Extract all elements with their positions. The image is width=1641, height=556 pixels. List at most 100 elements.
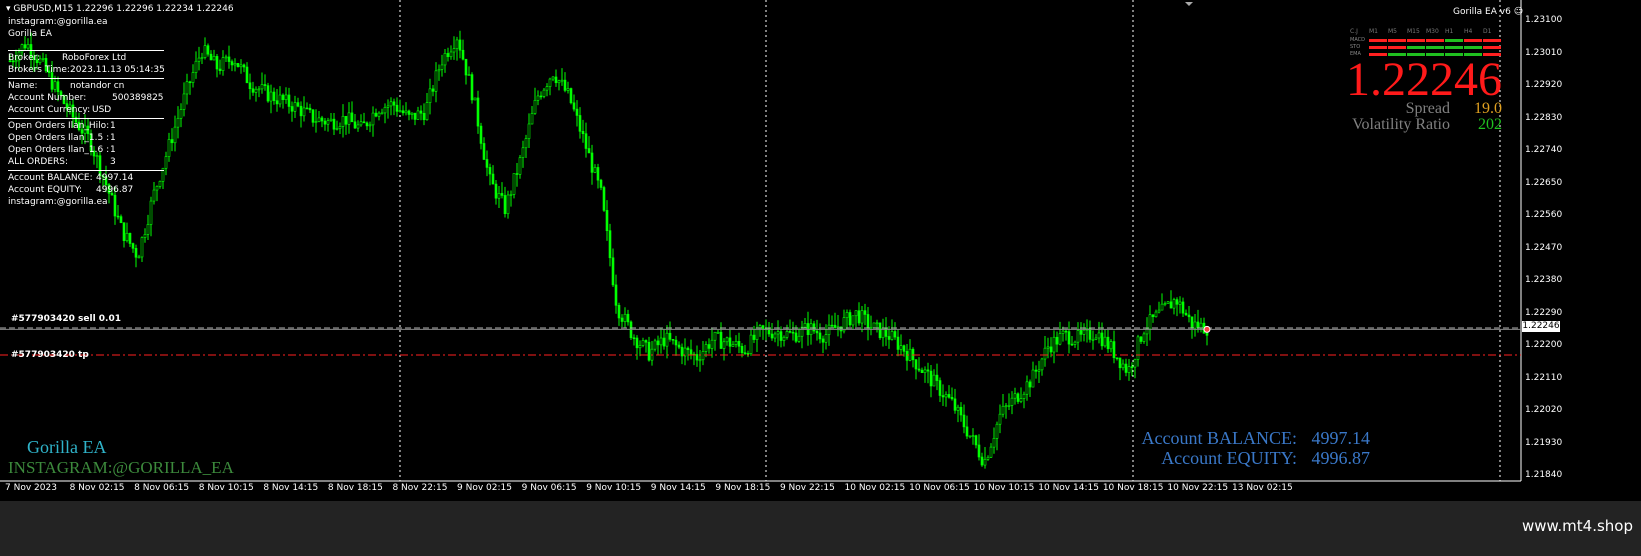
panel-equity-value: 4996.87 (96, 184, 134, 195)
candle-body (1058, 333, 1062, 345)
candle-body (968, 435, 972, 438)
candle-body (1010, 397, 1014, 406)
candle-body (449, 51, 453, 58)
indicator-cell (1426, 46, 1444, 49)
candle-body (965, 426, 969, 437)
candle-body (788, 331, 792, 333)
candle-body (785, 331, 789, 338)
indicator-cell (1445, 46, 1463, 49)
smiley-icon: ☺ (1513, 7, 1524, 17)
summary-equity-label: Account EQUITY: (1161, 448, 1297, 468)
price-tick-label: 1.23100 (1525, 15, 1563, 25)
price-tick-label: 1.22560 (1525, 210, 1563, 220)
time-tick-label: 9 Nov 10:15 (586, 483, 642, 493)
candle-body (1043, 347, 1047, 360)
chart-area[interactable]: ▾ GBPUSD,M15 1.22296 1.22296 1.22234 1.2… (0, 0, 1641, 530)
candle-body (287, 94, 291, 107)
candle-body (1181, 301, 1185, 314)
candle-body (839, 326, 843, 332)
footer-brand[interactable]: www.mt4.shop (1522, 517, 1633, 535)
watermark-title: Gorilla EA (27, 437, 107, 457)
indicator-row: STO (1350, 44, 1502, 50)
candle-body (1142, 333, 1146, 342)
candle-body (680, 346, 684, 357)
candle-body (281, 94, 285, 101)
time-tick-label: 8 Nov 18:15 (327, 483, 383, 493)
price-tick-label: 1.22740 (1525, 145, 1563, 155)
candle-body (791, 331, 795, 334)
candle-body (1031, 369, 1035, 388)
ea-badge-label: Gorilla EA v6 (1453, 7, 1511, 17)
sell-order-label[interactable]: #577903420 sell 0.01 (11, 314, 121, 325)
time-tick-label: 10 Nov 22:15 (1167, 483, 1229, 493)
candle-body (1103, 336, 1107, 347)
name-label: Name: (8, 81, 38, 92)
candle-body (299, 105, 303, 117)
candle-body (194, 60, 198, 73)
candle-body (317, 117, 321, 122)
current-price-tag: 1.22246 (1522, 321, 1560, 332)
candle-body (956, 406, 960, 411)
candle-body (653, 340, 657, 350)
tp-order-label[interactable]: #577903420 tp (11, 350, 89, 361)
panel-equity-label: Account EQUITY: (8, 184, 83, 195)
candle-body (128, 232, 132, 244)
candle-body (833, 324, 837, 329)
candle-body (374, 112, 378, 117)
candle-body (203, 45, 207, 58)
candle-body (308, 107, 312, 111)
candle-body (821, 338, 825, 343)
timeframe-label: M1 (1369, 28, 1378, 35)
candle-body (434, 70, 438, 92)
candle-body (116, 215, 120, 218)
time-tick-label: 8 Nov 14:15 (263, 483, 319, 493)
candle-body (467, 74, 471, 76)
candle-body (1160, 303, 1164, 311)
order-label: Open Orders Ilan_1.5 : (8, 133, 110, 144)
time-tick-label: 9 Nov 22:15 (779, 483, 835, 493)
candle-body (476, 97, 480, 127)
candle-body (620, 317, 624, 322)
candle-body (1028, 381, 1032, 388)
candle-body (452, 48, 456, 53)
candle-body (1184, 312, 1188, 316)
candle-body (1040, 358, 1044, 371)
broker-value: RoboForex Ltd (62, 53, 127, 63)
candle-body (668, 332, 672, 340)
candle-body (23, 44, 27, 49)
candle-body (341, 115, 345, 127)
candle-body (398, 110, 402, 113)
candle-body (1046, 346, 1050, 349)
candle-body (512, 173, 516, 195)
price-tick-label: 1.22650 (1525, 177, 1563, 188)
candle-body (1127, 366, 1131, 373)
indicator-cell (1369, 39, 1387, 42)
candle-body (848, 312, 852, 326)
candle-body (173, 126, 177, 144)
candle-body (713, 331, 717, 341)
candle-body (134, 248, 138, 258)
candle-body (1154, 311, 1158, 318)
candle-body (962, 414, 966, 428)
candle-body (701, 351, 705, 361)
candle-body (779, 331, 783, 341)
collapse-arrow-icon[interactable]: ▾ (6, 4, 11, 14)
candle-body (305, 107, 309, 110)
candle-body (989, 446, 993, 458)
candle-body (233, 63, 237, 66)
candle-body (1121, 363, 1125, 369)
candle-body (614, 284, 618, 306)
candle-body (218, 68, 222, 71)
candle-body (1037, 369, 1041, 372)
candle-body (632, 337, 636, 340)
candle-body (236, 63, 240, 68)
candle-body (659, 337, 663, 346)
candle-body (488, 167, 492, 175)
panel-balance-value: 4997.14 (96, 173, 134, 184)
account-number-label: Account Number: (8, 93, 87, 104)
candle-body (1019, 398, 1023, 402)
candle-body (1049, 346, 1053, 353)
ea-badge[interactable]: Gorilla EA v6 ☺ (1453, 7, 1523, 18)
candle-body (737, 341, 741, 347)
candle-body (176, 117, 180, 128)
